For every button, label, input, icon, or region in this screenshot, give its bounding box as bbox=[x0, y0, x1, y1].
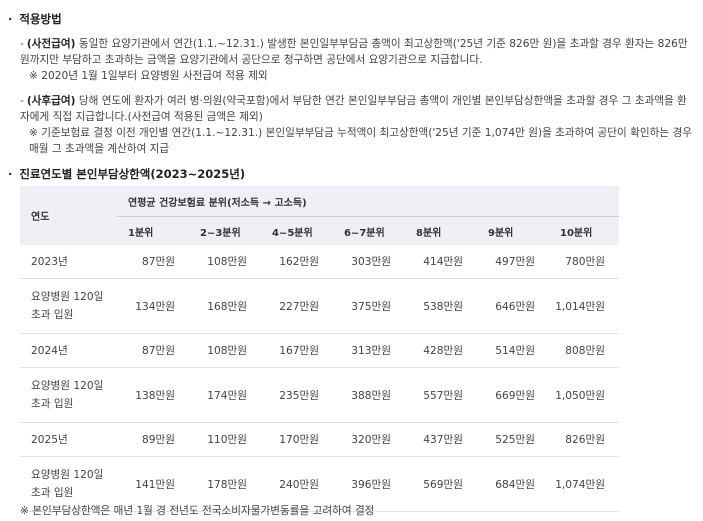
cell-value: 227만원 bbox=[261, 278, 333, 334]
cell-value: 1,074만원 bbox=[549, 456, 620, 512]
table-row: 요양병원 120일 초과 입원 138만원 174만원 235만원 388만원 … bbox=[20, 367, 620, 423]
section-title-text: 적용방법 bbox=[19, 12, 62, 26]
cell-value: 557만원 bbox=[405, 367, 477, 423]
bullet-dot: · bbox=[8, 167, 13, 181]
cell-value: 87만원 bbox=[117, 333, 189, 368]
advance-tag: (사전급여) bbox=[26, 38, 76, 50]
row-label: 2023년 bbox=[20, 245, 117, 279]
bullet-dot: · bbox=[8, 12, 13, 26]
cell-value: 313만원 bbox=[333, 333, 405, 368]
cell-value: 134만원 bbox=[117, 278, 189, 334]
dash-marker: - bbox=[20, 38, 24, 50]
cell-value: 388만원 bbox=[333, 367, 405, 423]
table-row: 2024년 87만원 108만원 167만원 313만원 428만원 514만원… bbox=[20, 333, 620, 368]
quantile-header: 10분위 bbox=[560, 227, 593, 239]
cell-value: 108만원 bbox=[189, 245, 261, 279]
row-label: 요양병원 120일 초과 입원 bbox=[20, 278, 117, 334]
year-header: 연도 bbox=[31, 212, 50, 223]
cell-value: 538만원 bbox=[405, 278, 477, 334]
cell-value: 428만원 bbox=[405, 333, 477, 368]
cell-value: 110만원 bbox=[189, 422, 261, 457]
post-text: 당해 연도에 환자가 여러 병·의원(약국포함)에서 부담한 연간 본인일부부담… bbox=[20, 95, 687, 123]
advance-text: 동일한 요양기관에서 연간(1.1.~12.31.) 발생한 본인일부부담금 총… bbox=[20, 38, 688, 66]
table-row: 2025년 89만원 110만원 170만원 320만원 437만원 525만원… bbox=[20, 422, 620, 457]
cell-value: 780만원 bbox=[549, 245, 620, 279]
quantile-group-header: 연평균 건강보험료 분위(저소득 → 고소득) bbox=[117, 186, 620, 217]
cell-value: 167만원 bbox=[261, 333, 333, 368]
post-tag: (사후급여) bbox=[26, 95, 76, 107]
post-note: ※ 기준보험료 결정 이전 개인별 연간(1.1.~12.31.) 본인일부부담… bbox=[29, 127, 692, 155]
cell-value: 375만원 bbox=[333, 278, 405, 334]
post-payment-paragraph: - (사후급여) 당해 연도에 환자가 여러 병·의원(약국포함)에서 부담한 연… bbox=[20, 93, 692, 157]
section-title-method: · 적용방법 bbox=[8, 11, 62, 27]
cell-value: 1,014만원 bbox=[549, 278, 620, 334]
cell-value: 235만원 bbox=[261, 367, 333, 423]
cell-value: 808만원 bbox=[549, 333, 620, 368]
row-label: 2024년 bbox=[20, 333, 117, 368]
row-label: 2025년 bbox=[20, 422, 117, 457]
cell-value: 89만원 bbox=[117, 422, 189, 457]
cell-value: 684만원 bbox=[477, 456, 549, 512]
cell-value: 320만원 bbox=[333, 422, 405, 457]
section-title-limits: · 진료연도별 본인부담상한액(2023~2025년) bbox=[8, 166, 245, 182]
quantile-header: 1분위 bbox=[128, 227, 154, 239]
cell-value: 525만원 bbox=[477, 422, 549, 457]
advance-payment-paragraph: - (사전급여) 동일한 요양기관에서 연간(1.1.~12.31.) 발생한 본… bbox=[20, 36, 692, 84]
copay-limit-table: 연도 연평균 건강보험료 분위(저소득 → 고소득) 1분위 2~3분위 4~5… bbox=[20, 186, 620, 512]
quantile-header: 8분위 bbox=[416, 227, 442, 239]
quantile-header: 4~5분위 bbox=[272, 227, 313, 239]
cell-value: 437만원 bbox=[405, 422, 477, 457]
cell-value: 826만원 bbox=[549, 422, 620, 457]
cell-value: 569만원 bbox=[405, 456, 477, 512]
cell-value: 174만원 bbox=[189, 367, 261, 423]
cell-value: 303만원 bbox=[333, 245, 405, 279]
cell-value: 414만원 bbox=[405, 245, 477, 279]
quantile-header: 6~7분위 bbox=[344, 227, 385, 239]
table-row: 2023년 87만원 108만원 162만원 303만원 414만원 497만원… bbox=[20, 245, 620, 279]
cell-value: 138만원 bbox=[117, 367, 189, 423]
dash-marker: - bbox=[20, 95, 24, 107]
cell-value: 497만원 bbox=[477, 245, 549, 279]
table-row: 요양병원 120일 초과 입원 134만원 168만원 227만원 375만원 … bbox=[20, 278, 620, 334]
quantile-header: 9분위 bbox=[488, 227, 514, 239]
footnote: ※ 본인부담상한액은 매년 1월 경 전년도 전국소비자물가변동률을 고려하여 … bbox=[20, 505, 375, 517]
cell-value: 162만원 bbox=[261, 245, 333, 279]
quantile-header: 2~3분위 bbox=[200, 227, 241, 239]
advance-note: ※ 2020년 1월 1일부터 요양병원 사전급여 적용 제외 bbox=[29, 70, 268, 82]
cell-value: 170만원 bbox=[261, 422, 333, 457]
row-label: 요양병원 120일 초과 입원 bbox=[20, 367, 117, 423]
section-title-text: 진료연도별 본인부담상한액(2023~2025년) bbox=[19, 167, 246, 181]
cell-value: 1,050만원 bbox=[549, 367, 620, 423]
cell-value: 514만원 bbox=[477, 333, 549, 368]
cell-value: 168만원 bbox=[189, 278, 261, 334]
cell-value: 669만원 bbox=[477, 367, 549, 423]
cell-value: 646만원 bbox=[477, 278, 549, 334]
cell-value: 108만원 bbox=[189, 333, 261, 368]
cell-value: 87만원 bbox=[117, 245, 189, 279]
